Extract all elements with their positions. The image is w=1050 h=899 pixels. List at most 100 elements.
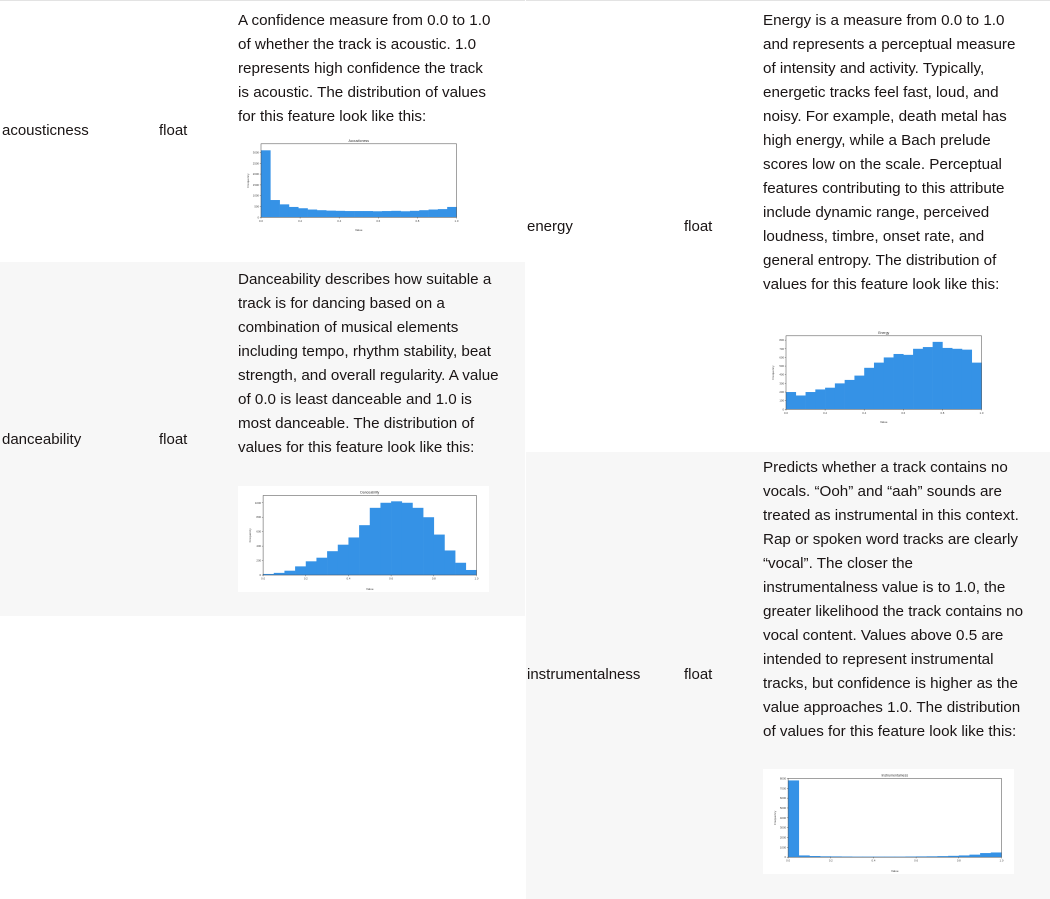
histogram-bar — [298, 208, 308, 218]
histogram-bar — [380, 502, 392, 576]
histogram-bar — [327, 551, 339, 576]
y-tick-label: 3000 — [253, 150, 260, 154]
energy-histogram: Energy 0.0 0.2 0.4 0.6 0.8 1.0 0 100 200 300 400 500… — [763, 327, 993, 425]
histogram-bar — [932, 341, 943, 410]
feature-type: float — [684, 218, 713, 235]
histogram-bar — [423, 517, 435, 576]
histogram-bar — [805, 392, 816, 410]
x-tick-label: 0.2 — [829, 859, 833, 863]
histogram-bar — [437, 209, 448, 218]
histogram-bar — [958, 855, 970, 858]
x-tick-label: 1.0 — [475, 577, 479, 581]
histogram-bar — [795, 395, 806, 410]
feature-type: float — [159, 122, 188, 139]
danceability-histogram: Danceability 0.0 0.2 0.4 0.6 0.8 1.0 0 200 400 600… — [238, 486, 489, 592]
histogram-bar — [382, 211, 392, 218]
histogram-bar — [786, 392, 797, 410]
plot-frame — [260, 143, 457, 218]
x-tick-label: 0.2 — [823, 411, 827, 415]
x-tick-label: 0.2 — [304, 577, 308, 581]
energy-histogram-svg: Energy0.0 0.2 0.4 0.6 0.8 1.00100200300400500… — [771, 331, 984, 424]
histogram-bar — [363, 211, 374, 218]
y-tick-label: 800 — [779, 338, 784, 342]
danceability-histogram-svg: Danceability0.0 0.2 0.4 0.6 0.8 1.00200400600… — [248, 491, 479, 591]
chart-title: Danceability — [360, 491, 379, 495]
histogram-bar — [428, 209, 439, 218]
histogram-bar — [261, 150, 271, 218]
histogram-bar — [359, 525, 371, 576]
chart-title: Instrumentalness — [881, 773, 908, 777]
histogram-bar — [326, 210, 336, 218]
histogram-bar — [913, 348, 924, 410]
y-tick-label: 8000 — [780, 776, 787, 780]
feature-row-energy: energy float Energy is a measure from 0.… — [526, 0, 1050, 453]
histogram-bar — [942, 347, 953, 410]
histogram-bar — [409, 210, 420, 218]
histogram-bar — [316, 210, 327, 218]
histogram-bar — [455, 562, 467, 576]
histogram-bar — [815, 389, 826, 410]
instrumentalness-histogram: Instrumentalness 0.0 0.2 0.4 0.6 0.8 1.0 0 1000 2… — [763, 769, 1014, 874]
chart-title: Acousticness — [348, 139, 369, 143]
y-tick-label: 700 — [779, 347, 784, 351]
y-tick-label: 400 — [256, 544, 261, 548]
y-tick-label: 5000 — [780, 806, 787, 810]
histogram-bar — [284, 570, 296, 576]
x-tick-label: 0.8 — [957, 859, 961, 863]
histogram-bar — [391, 210, 401, 218]
acousticness-histogram: Acousticness 0.0 0.2 0.4 0.6 0.8 1.0 0 500 1000 15… — [238, 135, 468, 233]
x-tick-label: 0.0 — [786, 859, 790, 863]
histogram-bar — [922, 347, 933, 410]
y-tick-label: 2500 — [253, 161, 260, 165]
y-tick-label: 500 — [779, 364, 784, 368]
x-tick-label: 0.8 — [432, 577, 436, 581]
x-tick-label: 0.0 — [259, 219, 263, 223]
x-tick-label: 0.4 — [337, 219, 341, 223]
histogram-bar — [270, 200, 280, 218]
y-tick-label: 3000 — [780, 826, 787, 830]
x-tick-label: 1.0 — [1000, 859, 1004, 863]
y-axis-label: Frequency — [771, 365, 775, 380]
histogram-bar — [273, 572, 285, 576]
histogram-bar — [401, 502, 413, 576]
histogram-bar — [465, 569, 477, 576]
feature-name: acousticness — [2, 122, 89, 139]
histogram-bar — [295, 566, 307, 576]
y-tick-label: 200 — [779, 390, 784, 394]
histogram-bar — [854, 375, 865, 410]
x-tick-label: 0.4 — [862, 411, 866, 415]
histogram-bar — [372, 211, 383, 218]
histogram-bar — [305, 561, 317, 576]
y-tick-label: 100 — [779, 399, 784, 403]
histogram-bar — [971, 362, 982, 410]
y-tick-label: 300 — [779, 381, 784, 385]
chart-title: Energy — [878, 331, 889, 335]
x-tick-label: 0.4 — [871, 859, 875, 863]
histogram-bar — [400, 211, 411, 218]
histogram-bar — [893, 353, 904, 410]
feature-name: danceability — [2, 431, 82, 448]
x-axis-label: Value — [366, 587, 374, 591]
histogram-bar — [344, 211, 355, 218]
feature-type: float — [684, 666, 713, 683]
y-tick-label: 1000 — [255, 501, 262, 505]
y-tick-label: 6000 — [780, 796, 787, 800]
x-tick-label: 0.6 — [914, 859, 918, 863]
histogram-bar — [288, 206, 299, 218]
histogram-bar — [307, 209, 318, 218]
feature-row-instrumentalness: instrumentalness float Predicts whether … — [526, 452, 1050, 899]
feature-type: float — [159, 431, 188, 448]
plot-frame — [787, 778, 1002, 858]
y-tick-label: 4000 — [780, 816, 787, 820]
histogram-bar — [316, 557, 328, 576]
histogram-bar — [961, 349, 973, 410]
y-axis-label: Frequency — [773, 810, 777, 825]
histogram-bar — [798, 855, 810, 858]
histogram-bar — [412, 507, 424, 576]
acousticness-histogram-svg: Acousticness0.0 0.2 0.4 0.6 0.8 1.00500100015… — [246, 139, 459, 232]
histogram-bar — [419, 210, 429, 218]
instrumentalness-histogram-svg: Instrumentalness0.0 0.2 0.4 0.6 0.8 1.0010002… — [773, 773, 1004, 873]
histogram-bar — [864, 367, 875, 410]
feature-row-danceability: danceability float Danceability describe… — [0, 262, 525, 616]
histogram-bar — [335, 210, 346, 218]
